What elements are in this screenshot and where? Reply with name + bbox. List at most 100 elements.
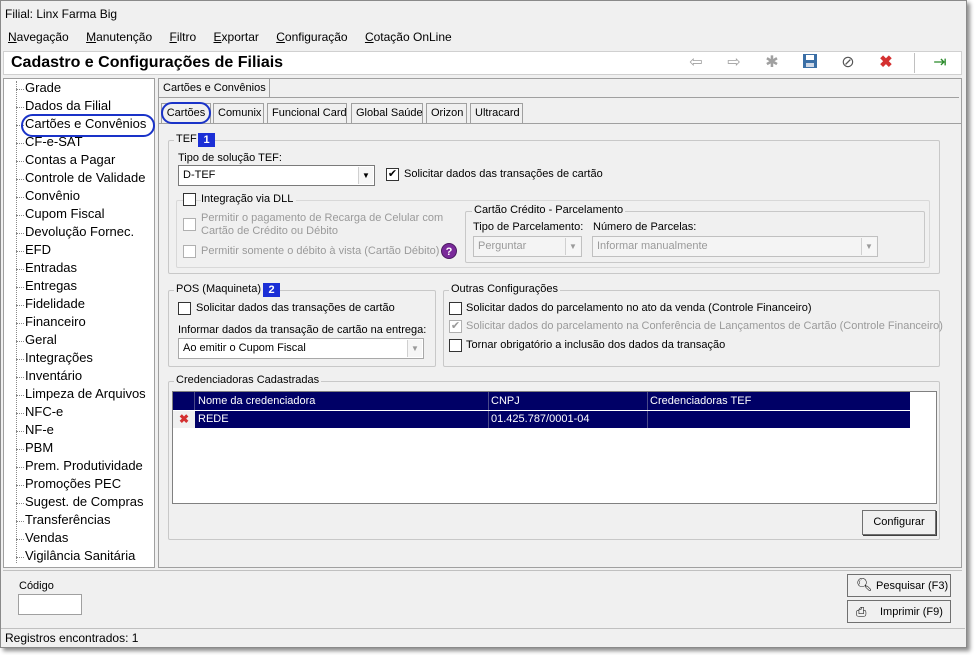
sidebar-item[interactable]: NFC-e [15,404,63,422]
cancel-icon[interactable]: ⊘ [838,53,858,73]
imprimir-label: Imprimir (F9) [880,606,943,618]
grid-header: Nome da credenciadora CNPJ Credenciadora… [173,392,910,410]
tef-title: TEF [174,133,199,145]
tipo-solucao-value: D-TEF [183,169,216,181]
tab-funcional-card[interactable]: Funcional Card [267,103,347,123]
col-divider [647,411,648,428]
pos-badge: 2 [263,283,280,297]
menu-manutencao[interactable]: Manutenção [86,30,152,44]
dll-checkbox[interactable] [183,193,196,206]
cell-cnpj: 01.425.787/0001-04 [491,413,590,425]
arrow-right-icon[interactable]: ⇨ [724,53,744,73]
outras-opt1-checkbox[interactable] [449,302,462,315]
dll-label: Integração via DLL [201,193,297,205]
outras-opt2-checkbox[interactable]: ✔ [449,320,462,333]
delete-row-icon[interactable]: ✖ [173,411,195,428]
exit-icon[interactable]: ⇥ [930,53,950,73]
tab-orizon[interactable]: Orizon [426,103,467,123]
tipo-parcelamento-select[interactable]: Perguntar ▼ [473,236,582,257]
parcelamento-title: Cartão Crédito - Parcelamento [472,204,626,216]
sidebar-item[interactable]: Promoções PEC [15,476,121,494]
sidebar-item[interactable]: Financeiro [16,314,86,332]
chevron-down-icon: ▼ [407,340,422,357]
inner-tab-highlight [161,102,211,124]
sidebar-item[interactable]: Inventário [15,368,82,386]
debito-label: Permitir somente o débito à vista (Cartã… [201,245,440,257]
sidebar-item[interactable]: Cupom Fiscal [15,206,104,224]
sidebar-item[interactable]: Vigilância Sanitária [15,548,135,566]
sidebar-item[interactable]: Prem. Produtividade [16,458,143,476]
outras-opt3-label: Tornar obrigatório a inclusão dos dados … [466,339,726,351]
sidebar-item[interactable]: Transferências [16,512,111,530]
sidebar-item[interactable]: Grade [15,80,61,98]
new-icon[interactable]: ✱ [762,53,782,73]
debito-checkbox[interactable] [183,245,196,258]
help-icon[interactable]: ? [441,243,457,259]
solicitar-tef-checkbox[interactable]: ✔ [386,168,399,181]
sidebar-item[interactable]: Entradas [15,260,77,278]
table-row[interactable]: ✖ REDE 01.425.787/0001-04 [173,411,910,428]
imprimir-button[interactable]: ⎙ Imprimir (F9) [847,600,951,623]
sidebar-item[interactable]: Fidelidade [16,296,85,314]
sidebar-item[interactable]: Convênio [16,188,80,206]
col-tef[interactable]: Credenciadoras TEF [650,395,751,407]
pos-title: POS (Maquineta) [174,283,263,295]
menu-bar: Navegação Manutenção Filtro Exportar Con… [8,30,466,44]
delete-icon[interactable]: ✖ [876,53,896,73]
tipo-parcelamento-value: Perguntar [478,240,527,252]
tab-ultracard[interactable]: Ultracard [470,103,523,123]
numero-parcelas-select[interactable]: Informar manualmente ▼ [592,236,878,257]
tab-global-saúde[interactable]: Global Saúde [351,103,423,123]
solicitar-tef-label: Solicitar dados das transações de cartão [404,168,603,180]
sidebar-item[interactable]: Limpeza de Arquivos [16,386,146,404]
codigo-input[interactable] [18,594,82,615]
sidebar-item[interactable]: Vendas [15,530,68,548]
tab-underline [159,97,959,98]
arrow-left-icon[interactable]: ⇦ [686,53,706,73]
pos-entrega-value: Ao emitir o Cupom Fiscal [183,342,306,354]
tef-badge: 1 [198,133,215,147]
menu-filtro[interactable]: Filtro [169,30,196,44]
pos-solicitar-checkbox[interactable] [178,302,191,315]
sidebar-item[interactable]: Entregas [15,278,77,296]
toolbar-separator [914,53,915,73]
sidebar-item[interactable]: PBM [15,440,53,458]
numero-parcelas-value: Informar manualmente [597,240,708,252]
outras-opt3-checkbox[interactable] [449,339,462,352]
pesquisar-button[interactable]: 🔍︎ Pesquisar (F3) [847,574,951,597]
menu-navegacao[interactable]: Navegação [8,30,69,44]
tipo-solucao-label: Tipo de solução TEF: [178,152,282,164]
sidebar-item[interactable]: Sugest. de Compras [16,494,144,512]
tab-cartoes-convenios[interactable]: Cartões e Convênios [158,78,270,98]
pos-entrega-select[interactable]: Ao emitir o Cupom Fiscal ▼ [178,338,424,359]
tab-comunix[interactable]: Comunix [213,103,264,123]
recarga-label-2: Cartão de Crédito ou Débito [201,225,338,237]
tree-line [16,81,17,563]
pos-solicitar-label: Solicitar dados das transações de cartão [196,302,395,314]
col-divider [488,411,489,428]
configurar-button[interactable]: Configurar [862,510,936,535]
sidebar-item[interactable]: Controle de Validade [15,170,145,188]
sidebar-item[interactable]: Geral [16,332,57,350]
save-icon[interactable] [800,53,820,73]
tipo-solucao-select[interactable]: D-TEF ▼ [178,165,375,186]
footer-divider [3,570,962,571]
cell-nome: REDE [198,413,229,425]
sidebar-item[interactable]: Integrações [16,350,93,368]
menu-cotacao-online[interactable]: Cotação OnLine [365,30,452,44]
sidebar-item[interactable]: EFD [16,242,51,260]
sidebar-item[interactable]: NF-e [16,422,54,440]
col-divider [647,392,648,410]
inner-tab-underline [158,123,961,124]
col-nome[interactable]: Nome da credenciadora [198,395,315,407]
col-divider [488,392,489,410]
col-cnpj[interactable]: CNPJ [491,395,520,407]
recarga-checkbox[interactable] [183,218,196,231]
menu-exportar[interactable]: Exportar [214,30,259,44]
menu-configuracao[interactable]: Configuração [276,30,347,44]
pesquisar-label: Pesquisar (F3) [876,580,949,592]
sidebar-item[interactable]: Devolução Fornec. [15,224,134,242]
printer-icon: ⎙ [856,604,867,619]
search-icon: 🔍︎ [856,577,873,592]
sidebar-item[interactable]: Contas a Pagar [15,152,115,170]
